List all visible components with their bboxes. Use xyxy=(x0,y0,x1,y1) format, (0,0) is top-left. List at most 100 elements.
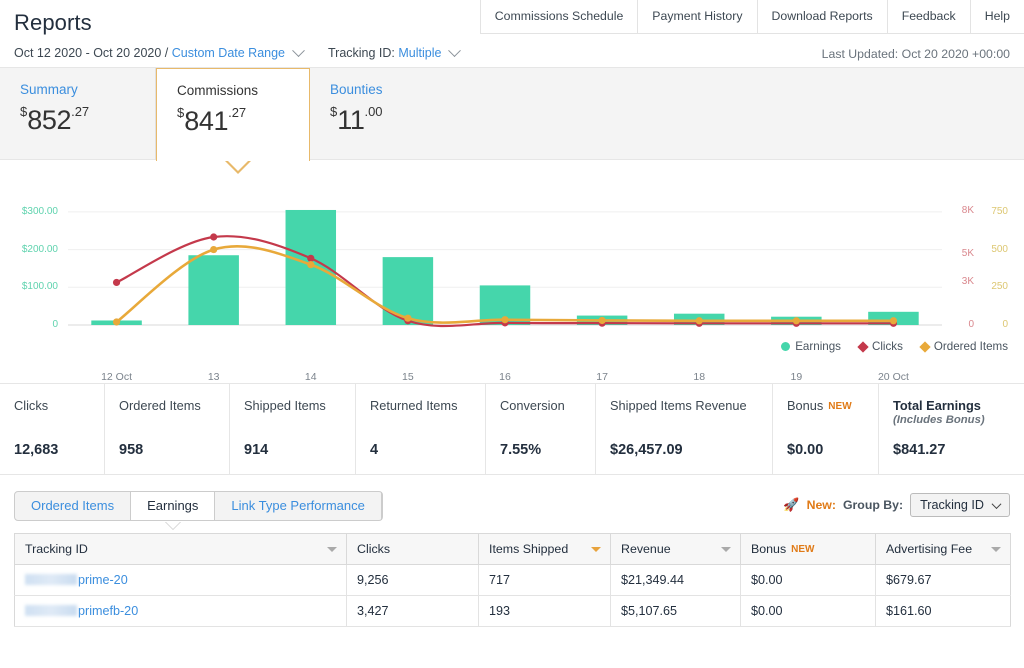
summary-tab-summary[interactable]: Summary $852.27 xyxy=(0,68,156,160)
cell-items-shipped: 717 xyxy=(478,564,611,596)
chevron-down-icon-tracking[interactable] xyxy=(448,44,461,57)
new-badge: NEW xyxy=(828,401,852,412)
chevron-down-icon-groupby xyxy=(991,498,1002,509)
col-header-label: Items Shipped xyxy=(489,542,569,556)
stat-conversion: Conversion 7.55% xyxy=(486,384,596,474)
col-header-advertising-fee[interactable]: Advertising Fee xyxy=(875,533,1011,565)
axis-tick: 0 xyxy=(968,319,974,330)
amount-cents: .27 xyxy=(228,105,247,120)
tracking-id-label: Tracking ID: xyxy=(327,46,395,60)
stat-label: Bonus NEW xyxy=(787,398,852,413)
cell-bonus: $0.00 xyxy=(740,595,876,627)
tab-earnings[interactable]: Earnings xyxy=(131,492,216,520)
detail-tab-bar: Ordered Items Earnings Link Type Perform… xyxy=(14,491,383,529)
col-header-revenue[interactable]: Revenue xyxy=(610,533,741,565)
group-by-label: Group By: xyxy=(842,498,904,512)
axis-tick: 0 xyxy=(52,319,58,330)
summary-tab-bounties-label: Bounties xyxy=(330,82,383,97)
table-row: primefb-20 3,427 193 $5,107.65 $0.00 $161.60 xyxy=(14,595,1011,627)
x-axis-label: 17 xyxy=(596,371,608,383)
date-range-text: Oct 12 2020 - Oct 20 2020 / xyxy=(14,46,169,60)
nav-download-reports[interactable]: Download Reports xyxy=(757,0,888,34)
stat-clicks: Clicks 12,683 xyxy=(0,384,105,474)
earnings-table: Tracking ID Clicks Items Shipped Revenue Bon… xyxy=(14,533,1011,627)
top-navigation: Commissions Schedule Payment History Dow… xyxy=(479,0,1024,34)
stat-value: 914 xyxy=(244,442,269,458)
stat-value: 4 xyxy=(370,442,379,458)
tracking-id-value-link[interactable]: Multiple xyxy=(398,46,441,60)
amount-whole: 852 xyxy=(27,105,72,135)
cell-advertising-fee: $679.67 xyxy=(875,564,1011,596)
stat-label: Returned Items xyxy=(370,398,458,413)
summary-tab-commissions-label: Commissions xyxy=(177,83,259,98)
axis-tick: 0 xyxy=(1002,319,1008,330)
amount-cents: .27 xyxy=(71,104,90,119)
col-header-label: Revenue xyxy=(621,542,671,556)
table-body: prime-20 9,256 717 $21,349.44 $0.00 $679.67 pr… xyxy=(14,564,1011,627)
filter-subline: Oct 12 2020 - Oct 20 2020 / Custom Date … xyxy=(14,44,461,60)
rocket-icon: 🚀 xyxy=(783,497,800,512)
page-header: Reports Oct 12 2020 - Oct 20 2020 / Cust… xyxy=(0,0,1024,68)
sort-arrow-icon[interactable] xyxy=(591,547,601,552)
stat-bonus: Bonus NEW $0.00 xyxy=(773,384,879,474)
amount-whole: 11 xyxy=(337,105,365,135)
axis-tick: 750 xyxy=(991,205,1008,217)
tab-ordered-items[interactable]: Ordered Items xyxy=(15,492,132,520)
page-title: Reports xyxy=(14,10,92,35)
col-header-label: Advertising Fee xyxy=(886,542,973,556)
nav-help[interactable]: Help xyxy=(970,0,1024,34)
nav-payment-history[interactable]: Payment History xyxy=(638,0,758,34)
stat-total-earnings: Total Earnings (Includes Bonus) $841.27 xyxy=(879,384,1024,474)
col-header-tracking-id[interactable]: Tracking ID xyxy=(14,533,347,565)
col-header-label: Tracking ID xyxy=(25,542,88,556)
cell-bonus: $0.00 xyxy=(740,564,876,596)
reports-page: Reports Oct 12 2020 - Oct 20 2020 / Cust… xyxy=(0,0,1024,668)
nav-feedback[interactable]: Feedback xyxy=(887,0,971,34)
col-header-bonus: Bonus NEW xyxy=(740,533,876,565)
tracking-id-link[interactable]: primefb-20 xyxy=(78,604,138,618)
cell-tracking-id: prime-20 xyxy=(14,564,347,596)
summary-tab-bounties[interactable]: Bounties $11.00 xyxy=(310,68,460,160)
axis-tick: 3K xyxy=(961,276,974,288)
summary-tab-commissions-amount: $841.27 xyxy=(177,106,309,135)
stat-label: Total Earnings xyxy=(893,398,981,413)
cell-items-shipped: 193 xyxy=(478,595,611,627)
x-axis-label: 12 Oct xyxy=(101,371,133,383)
x-axis-label: 14 xyxy=(304,371,317,383)
col-header-clicks: Clicks xyxy=(346,533,479,565)
nav-commissions-schedule[interactable]: Commissions Schedule xyxy=(480,0,639,34)
detail-panel: Ordered Items Earnings Link Type Perform… xyxy=(0,475,1024,627)
sort-arrow-icon[interactable] xyxy=(991,547,1001,552)
group-by-select[interactable]: Tracking ID xyxy=(910,493,1010,517)
chevron-down-icon-date[interactable] xyxy=(291,44,305,57)
axis-tick: 500 xyxy=(991,243,1008,255)
stat-label: Clicks xyxy=(14,398,49,413)
stat-label: Shipped Items Revenue xyxy=(610,398,747,413)
summary-tab-summary-label: Summary xyxy=(20,82,78,97)
col-header-label: Bonus xyxy=(751,542,787,556)
x-axis-label: 15 xyxy=(402,371,414,383)
stat-value: $841.27 xyxy=(893,442,946,458)
col-header-items-shipped[interactable]: Items Shipped xyxy=(478,533,611,565)
cell-revenue: $21,349.44 xyxy=(610,564,741,596)
summary-tab-bounties-amount: $11.00 xyxy=(330,105,460,134)
amount-cents: .00 xyxy=(364,104,383,119)
stat-label: Shipped Items xyxy=(244,398,326,413)
tab-link-type-performance[interactable]: Link Type Performance xyxy=(215,492,382,520)
x-axis-label: 18 xyxy=(693,371,706,383)
x-axis-label: 20 Oct xyxy=(877,371,909,383)
cell-advertising-fee: $161.60 xyxy=(875,595,1011,627)
active-detail-tab-pointer xyxy=(165,521,181,529)
stat-returned-items: Returned Items 4 xyxy=(356,384,486,474)
axis-tick: 250 xyxy=(991,281,1008,293)
cell-clicks: 9,256 xyxy=(346,564,479,596)
stat-value: 7.55% xyxy=(500,442,542,458)
tracking-id-link[interactable]: prime-20 xyxy=(78,573,128,587)
stat-value: $0.00 xyxy=(787,442,824,458)
stat-value: 12,683 xyxy=(14,442,59,458)
sort-arrow-icon[interactable] xyxy=(721,547,731,552)
stat-shipped-items-revenue: Shipped Items Revenue $26,457.09 xyxy=(596,384,773,474)
sort-arrow-icon[interactable] xyxy=(327,547,337,552)
custom-date-range-link[interactable]: Custom Date Range xyxy=(172,46,285,60)
summary-tab-commissions[interactable]: Commissions $841.27 xyxy=(156,68,310,174)
